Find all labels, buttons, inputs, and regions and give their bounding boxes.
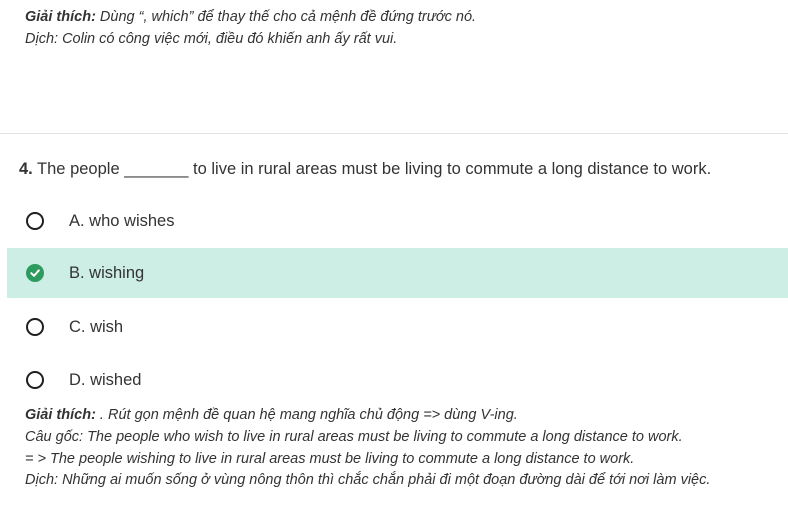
option-label: C. wish xyxy=(69,317,124,336)
radio-unchecked-icon[interactable] xyxy=(26,318,44,336)
previous-explanation-text: Dùng “, which” để thay thế cho cả mệnh đ… xyxy=(95,9,477,25)
question-text: 4. The people _______ to live in rural a… xyxy=(19,159,711,179)
explanation-rewritten: = > The people wishing to live in rural … xyxy=(25,450,635,467)
option-d[interactable]: D. wished xyxy=(7,355,788,405)
question-number: 4. xyxy=(19,160,33,178)
answer-explanation: Giải thích: . Rút gọn mệnh đề quan hệ ma… xyxy=(25,405,710,492)
option-a[interactable]: A. who wishes xyxy=(7,196,788,246)
explanation-translation: Dịch: Những ai muốn sống ở vùng nông thô… xyxy=(25,472,711,489)
quiz-page: Giải thích: Dùng “, which” để thay thế c… xyxy=(0,0,788,505)
option-label: A. who wishes xyxy=(69,211,175,230)
option-c[interactable]: C. wish xyxy=(7,302,788,352)
previous-explanation-label: Giải thích: xyxy=(25,9,96,25)
previous-explanation-translation: Dịch: Colin có công việc mới, điều đó kh… xyxy=(25,30,398,47)
option-b[interactable]: B. wishing xyxy=(7,248,788,298)
option-label: B. wishing xyxy=(69,263,145,282)
radio-unchecked-icon[interactable] xyxy=(26,371,44,389)
checkmark-icon xyxy=(30,269,40,277)
question-body: The people _______ to live in rural area… xyxy=(32,160,712,178)
previous-explanation-line: Giải thích: Dùng “, which” để thay thế c… xyxy=(25,7,476,29)
previous-explanation: Giải thích: Dùng “, which” để thay thế c… xyxy=(25,7,476,50)
explanation-text: . Rút gọn mệnh đề quan hệ mang nghĩa chủ… xyxy=(95,407,518,423)
radio-unchecked-icon[interactable] xyxy=(26,212,44,230)
check-circle-icon[interactable] xyxy=(26,264,44,282)
explanation-label: Giải thích: xyxy=(25,407,96,423)
option-label: D. wished xyxy=(69,370,142,389)
explanation-original: Câu gốc: The people who wish to live in … xyxy=(25,428,683,445)
explanation-line: Giải thích: . Rút gọn mệnh đề quan hệ ma… xyxy=(25,405,710,427)
divider xyxy=(0,133,788,134)
